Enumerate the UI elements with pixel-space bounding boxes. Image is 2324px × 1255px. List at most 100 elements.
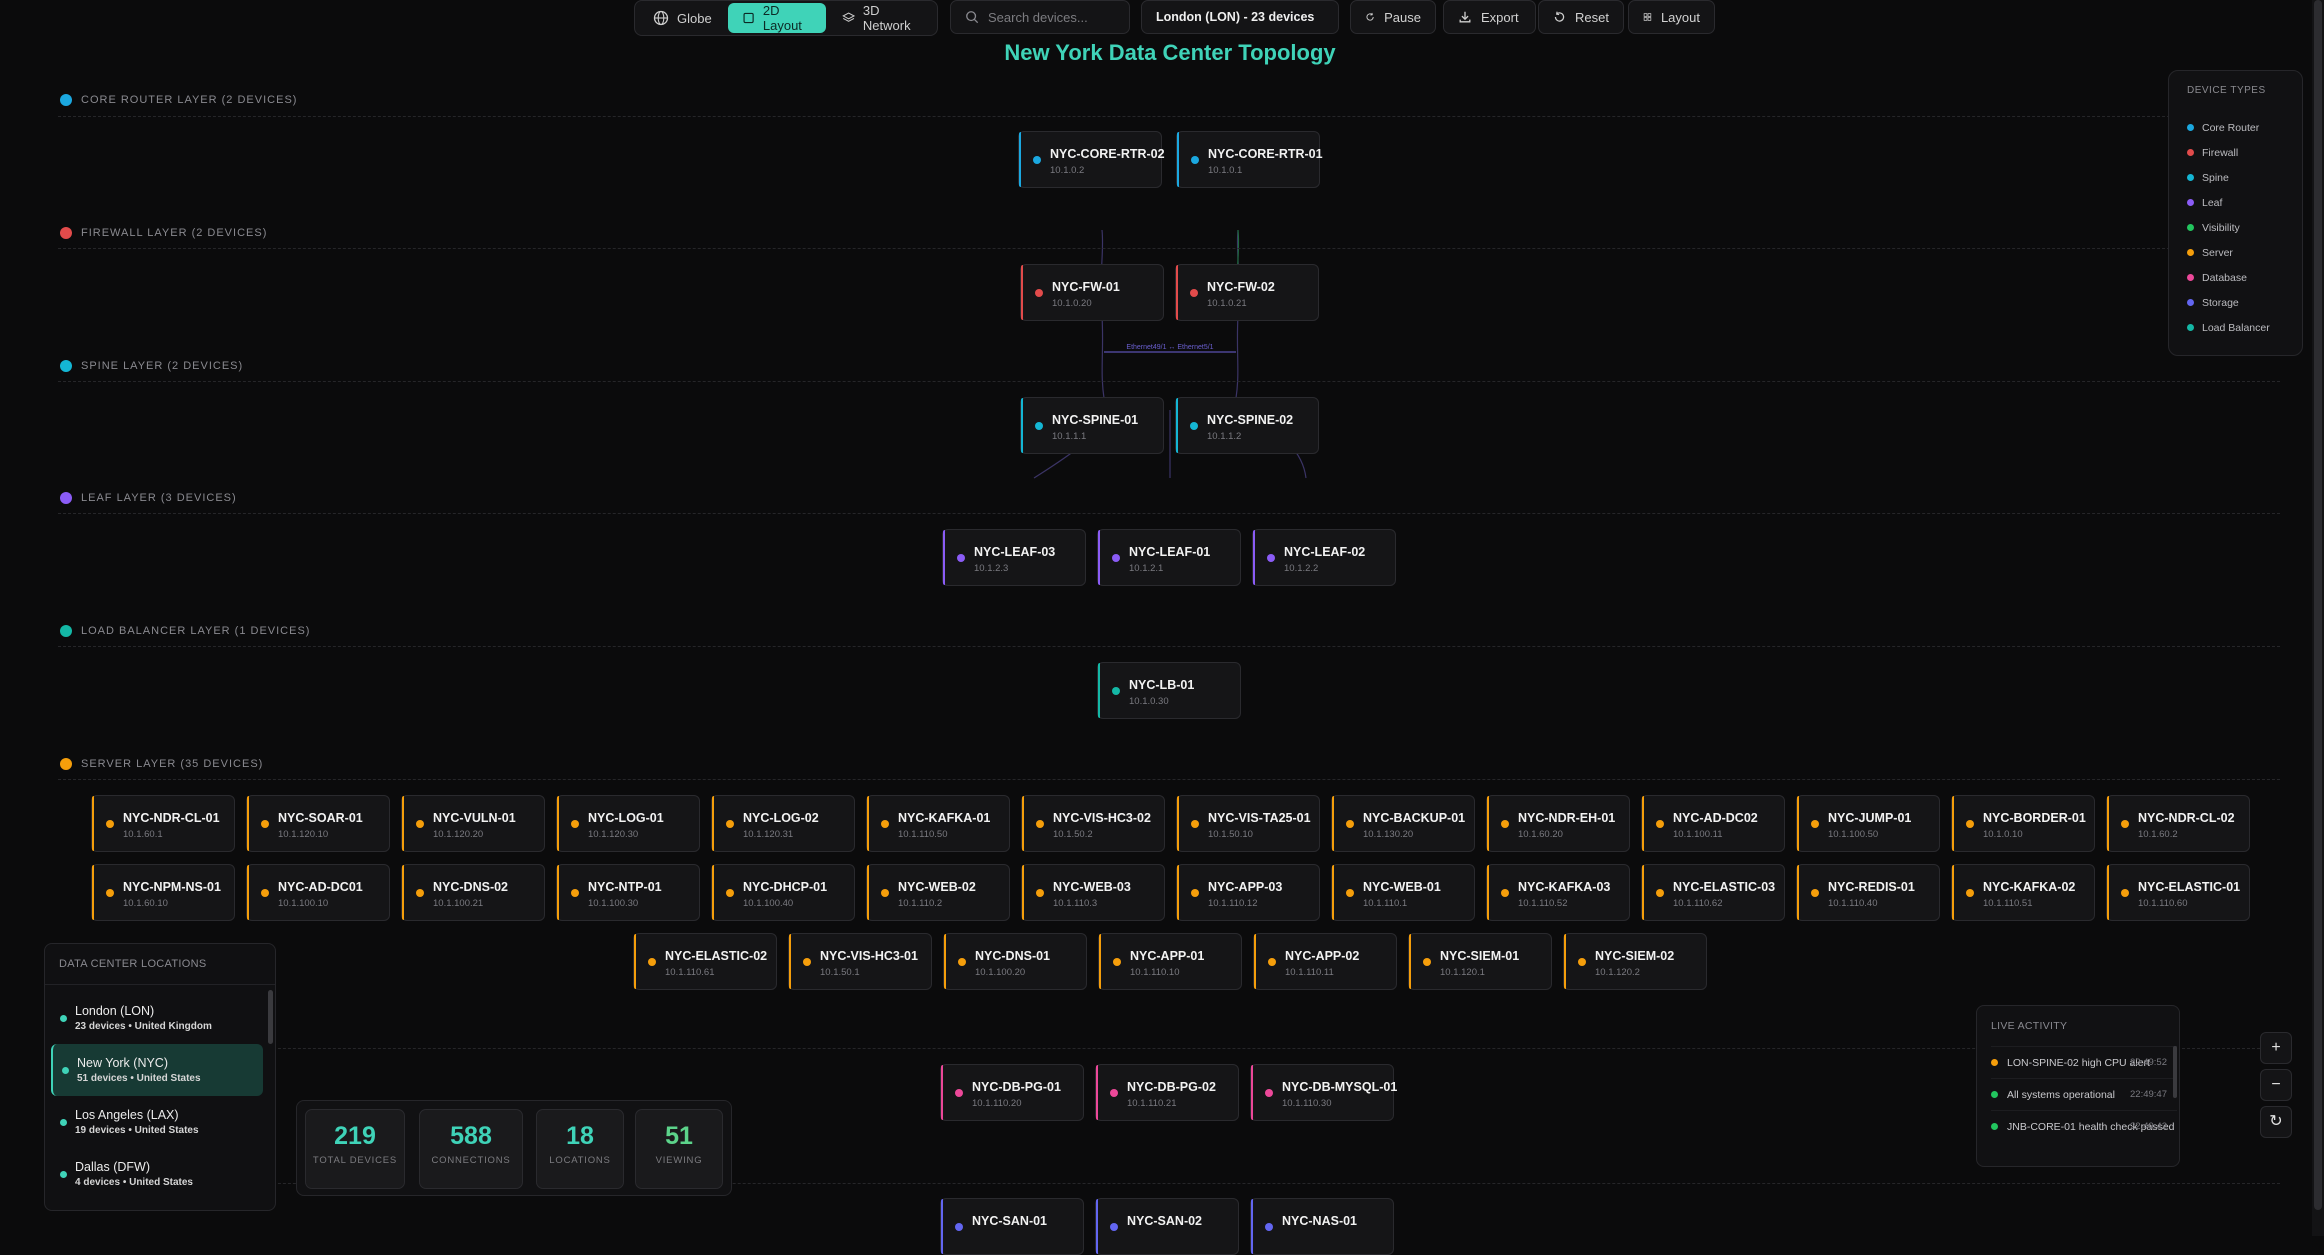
export-button[interactable]: Export [1443,0,1536,34]
activity-scrollbar[interactable] [2173,1046,2177,1098]
device-node-leaf[interactable]: NYC-LEAF-02 10.1.2.2 [1252,529,1396,586]
location-item[interactable]: New York (NYC) 51 devices • United States [51,1044,263,1096]
device-node-server_row1[interactable]: NYC-AD-DC02 10.1.100.11 [1641,795,1785,852]
device-node-lb[interactable]: NYC-LB-01 10.1.0.30 [1097,662,1241,719]
device-node-firewall[interactable]: NYC-FW-02 10.1.0.21 [1175,264,1319,321]
page-scrollbar[interactable] [2312,0,2324,1236]
node-accent [1952,865,1954,920]
search-input[interactable]: Search devices... [950,0,1130,34]
device-node-server_row1[interactable]: NYC-VIS-HC3-02 10.1.50.2 [1021,795,1165,852]
2d-layout-button[interactable]: 2D Layout [727,3,826,33]
leaf-layer-divider [58,513,2280,514]
device-node-server_row2[interactable]: NYC-WEB-02 10.1.110.2 [866,864,1010,921]
device-ip: 10.1.110.50 [898,829,948,840]
device-name: NYC-AD-DC02 [1673,811,1758,825]
location-item[interactable]: London (LON) 23 devices • United Kingdom [51,992,263,1044]
device-node-spine[interactable]: NYC-SPINE-01 10.1.1.1 [1020,397,1164,454]
device-node-server_row1[interactable]: NYC-KAFKA-01 10.1.110.50 [866,795,1010,852]
device-node-server_row2[interactable]: NYC-NTP-01 10.1.100.30 [556,864,700,921]
device-node-spine[interactable]: NYC-SPINE-02 10.1.1.2 [1175,397,1319,454]
node-accent [1096,1065,1098,1120]
device-node-server_row3[interactable]: NYC-DNS-01 10.1.100.20 [943,933,1087,990]
device-node-storage[interactable]: NYC-SAN-01 [940,1198,1084,1255]
device-node-core[interactable]: NYC-CORE-RTR-02 10.1.0.2 [1018,131,1165,188]
status-dot [1966,820,1974,828]
device-node-server_row2[interactable]: NYC-AD-DC01 10.1.100.10 [246,864,390,921]
device-node-server_row1[interactable]: NYC-LOG-02 10.1.120.31 [711,795,855,852]
node-accent [867,796,869,851]
device-node-server_row2[interactable]: NYC-REDIS-01 10.1.110.40 [1796,864,1940,921]
legend-dot [2187,299,2194,306]
node-accent [1409,934,1411,989]
location-item[interactable]: Dallas (DFW) 4 devices • United States [51,1148,263,1200]
device-node-server_row2[interactable]: NYC-WEB-03 10.1.110.3 [1021,864,1165,921]
3d-network-button[interactable]: 3D Network [828,3,933,33]
device-ip: 10.1.130.20 [1363,829,1414,840]
location-select[interactable]: London (LON) - 23 devices [1141,0,1339,34]
device-node-server_row2[interactable]: NYC-KAFKA-03 10.1.110.52 [1486,864,1630,921]
device-node-server_row1[interactable]: NYC-NDR-EH-01 10.1.60.20 [1486,795,1630,852]
device-node-server_row3[interactable]: NYC-SIEM-02 10.1.120.2 [1563,933,1707,990]
device-node-server_row1[interactable]: NYC-LOG-01 10.1.120.30 [556,795,700,852]
zoom-reset-button[interactable]: ↻ [2260,1106,2292,1138]
device-node-database[interactable]: NYC-DB-MYSQL-01 10.1.110.30 [1250,1064,1397,1121]
zoom-out-button[interactable]: − [2260,1069,2292,1101]
device-node-leaf[interactable]: NYC-LEAF-03 10.1.2.3 [942,529,1086,586]
leaf-layer-dot [60,492,72,504]
device-node-server_row2[interactable]: NYC-ELASTIC-03 10.1.110.62 [1641,864,1785,921]
location-item[interactable]: Los Angeles (LAX) 19 devices • United Sta… [51,1096,263,1148]
device-node-database[interactable]: NYC-DB-PG-01 10.1.110.20 [940,1064,1084,1121]
device-node-server_row1[interactable]: NYC-BORDER-01 10.1.0.10 [1951,795,2095,852]
locations-scrollbar[interactable] [268,990,273,1044]
device-node-firewall[interactable]: NYC-FW-01 10.1.0.20 [1020,264,1164,321]
node-accent [1797,796,1799,851]
device-node-server_row1[interactable]: NYC-BACKUP-01 10.1.130.20 [1331,795,1475,852]
device-name: NYC-REDIS-01 [1828,880,1915,894]
device-node-server_row2[interactable]: NYC-DNS-02 10.1.100.21 [401,864,545,921]
device-node-storage[interactable]: NYC-NAS-01 [1250,1198,1394,1255]
device-node-server_row2[interactable]: NYC-DHCP-01 10.1.100.40 [711,864,855,921]
device-node-server_row3[interactable]: NYC-ELASTIC-02 10.1.110.61 [633,933,777,990]
device-node-server_row2[interactable]: NYC-WEB-01 10.1.110.1 [1331,864,1475,921]
node-accent [634,934,636,989]
device-ip: 10.1.120.10 [278,829,329,840]
status-dot [1110,1089,1118,1097]
reset-button[interactable]: Reset [1538,0,1624,34]
device-node-server_row2[interactable]: NYC-KAFKA-02 10.1.110.51 [1951,864,2095,921]
device-node-core[interactable]: NYC-CORE-RTR-01 10.1.0.1 [1176,131,1323,188]
device-node-server_row1[interactable]: NYC-VULN-01 10.1.120.20 [401,795,545,852]
device-node-server_row1[interactable]: NYC-VIS-TA25-01 10.1.50.10 [1176,795,1320,852]
device-node-storage[interactable]: NYC-SAN-02 [1095,1198,1239,1255]
device-name: NYC-SPINE-01 [1052,413,1139,427]
location-dot [60,1171,67,1178]
device-node-database[interactable]: NYC-DB-PG-02 10.1.110.21 [1095,1064,1239,1121]
device-ip: 10.1.110.52 [1518,898,1568,909]
layout-button[interactable]: Layout [1628,0,1715,34]
zoom-in-button[interactable]: + [2260,1032,2292,1064]
device-node-server_row1[interactable]: NYC-NDR-CL-02 10.1.60.2 [2106,795,2250,852]
device-node-server_row1[interactable]: NYC-JUMP-01 10.1.100.50 [1796,795,1940,852]
device-node-server_row3[interactable]: NYC-SIEM-01 10.1.120.1 [1408,933,1552,990]
stats-panel: 219 TOTAL DEVICES 588 CONNECTIONS 18 LOC… [296,1100,732,1196]
device-node-server_row3[interactable]: NYC-APP-02 10.1.110.11 [1253,933,1397,990]
page-scrollbar-thumb[interactable] [2314,0,2322,1210]
legend-label: Firewall [2202,146,2239,159]
device-node-server_row2[interactable]: NYC-ELASTIC-01 10.1.110.60 [2106,864,2250,921]
export-label: Export [1481,9,1519,25]
device-node-server_row1[interactable]: NYC-NDR-CL-01 10.1.60.1 [91,795,235,852]
status-dot [1501,889,1509,897]
device-node-server_row3[interactable]: NYC-APP-01 10.1.110.10 [1098,933,1242,990]
device-node-server_row2[interactable]: NYC-APP-03 10.1.110.12 [1176,864,1320,921]
legend-label: Database [2202,271,2247,284]
node-accent [1332,865,1334,920]
device-ip: 10.1.120.1 [1440,967,1485,978]
link-label: Ethernet49/1 ↔ Ethernet5/1 [1126,344,1213,351]
device-node-leaf[interactable]: NYC-LEAF-01 10.1.2.1 [1097,529,1241,586]
device-node-server_row3[interactable]: NYC-VIS-HC3-01 10.1.50.1 [788,933,932,990]
pause-button[interactable]: Pause [1350,0,1436,34]
device-node-server_row1[interactable]: NYC-SOAR-01 10.1.120.10 [246,795,390,852]
globe-view-button[interactable]: Globe [639,3,726,33]
spine-layer-dot [60,360,72,372]
device-node-server_row2[interactable]: NYC-NPM-NS-01 10.1.60.10 [91,864,235,921]
device-name: NYC-SPINE-02 [1207,413,1294,427]
